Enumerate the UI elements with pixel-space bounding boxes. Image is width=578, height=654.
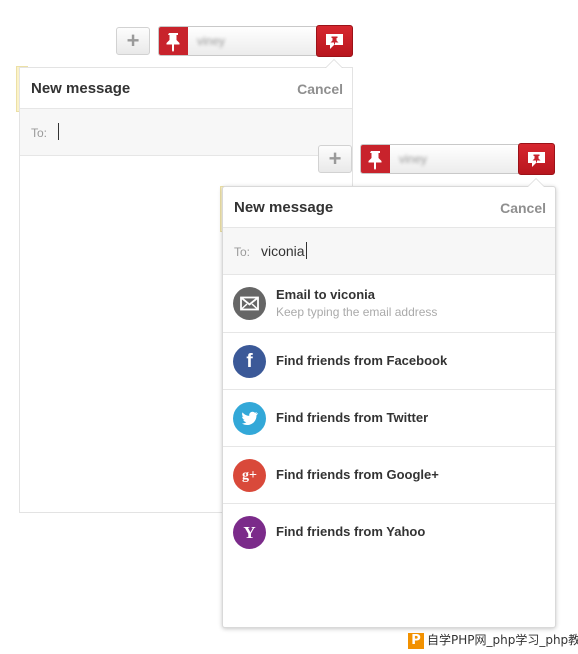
suggestion-title: Email to viconia <box>276 287 375 302</box>
pushpin-icon <box>361 145 390 173</box>
to-input[interactable]: viconia <box>261 242 307 259</box>
back-toolbar: + viney <box>116 25 353 57</box>
new-message-panel: New message Cancel To: viconia Email to … <box>222 178 556 628</box>
text-cursor <box>58 123 59 140</box>
envelope-icon <box>233 287 266 320</box>
yahoo-icon: Y <box>233 516 266 549</box>
suggestion-title: Find friends from Twitter <box>276 410 429 425</box>
messages-button[interactable] <box>316 25 353 57</box>
panel-title: New message <box>31 80 131 97</box>
panel-header: New message Cancel <box>20 68 352 109</box>
to-label: To: <box>31 126 48 140</box>
to-field[interactable]: To: <box>20 109 352 156</box>
watermark-logo: P <box>408 632 424 649</box>
front-toolbar: + viney <box>318 143 555 175</box>
user-name: viney <box>399 152 428 166</box>
user-name: viney <box>197 34 226 48</box>
add-button[interactable]: + <box>318 145 352 173</box>
messages-button[interactable] <box>518 143 555 175</box>
suggestion-list: Email to viconia Keep typing the email a… <box>223 275 555 560</box>
to-field[interactable]: To: viconia <box>223 228 555 275</box>
suggestion-facebook[interactable]: f Find friends from Facebook <box>223 333 555 390</box>
watermark: P 自学PHP网_php学习_php教程 <box>408 631 578 651</box>
suggestion-google-plus[interactable]: g+ Find friends from Google+ <box>223 447 555 504</box>
google-plus-icon: g+ <box>233 459 266 492</box>
message-pin-icon <box>528 152 545 167</box>
panel-header: New message Cancel <box>223 187 555 228</box>
panel-pointer <box>527 178 545 187</box>
suggestion-title: Find friends from Facebook <box>276 353 448 368</box>
suggestion-title: Find friends from Google+ <box>276 467 439 482</box>
suggestion-title: Find friends from Yahoo <box>276 524 426 539</box>
twitter-icon <box>233 402 266 435</box>
panel-pointer <box>325 59 343 68</box>
suggestion-subtitle: Keep typing the email address <box>276 305 438 319</box>
to-label: To: <box>234 245 251 259</box>
to-input-value: viconia <box>261 243 305 259</box>
cancel-button[interactable]: Cancel <box>297 81 343 97</box>
suggestion-yahoo[interactable]: Y Find friends from Yahoo <box>223 504 555 560</box>
facebook-icon: f <box>233 345 266 378</box>
text-cursor <box>305 242 307 259</box>
message-pin-icon <box>326 34 343 49</box>
pushpin-icon <box>159 27 188 55</box>
watermark-text: 自学PHP网_php学习_php教程 <box>427 633 578 647</box>
suggestion-email[interactable]: Email to viconia Keep typing the email a… <box>223 275 555 333</box>
add-button[interactable]: + <box>116 27 150 55</box>
suggestion-twitter[interactable]: Find friends from Twitter <box>223 390 555 447</box>
cancel-button[interactable]: Cancel <box>500 200 546 216</box>
panel-title: New message <box>234 199 334 216</box>
